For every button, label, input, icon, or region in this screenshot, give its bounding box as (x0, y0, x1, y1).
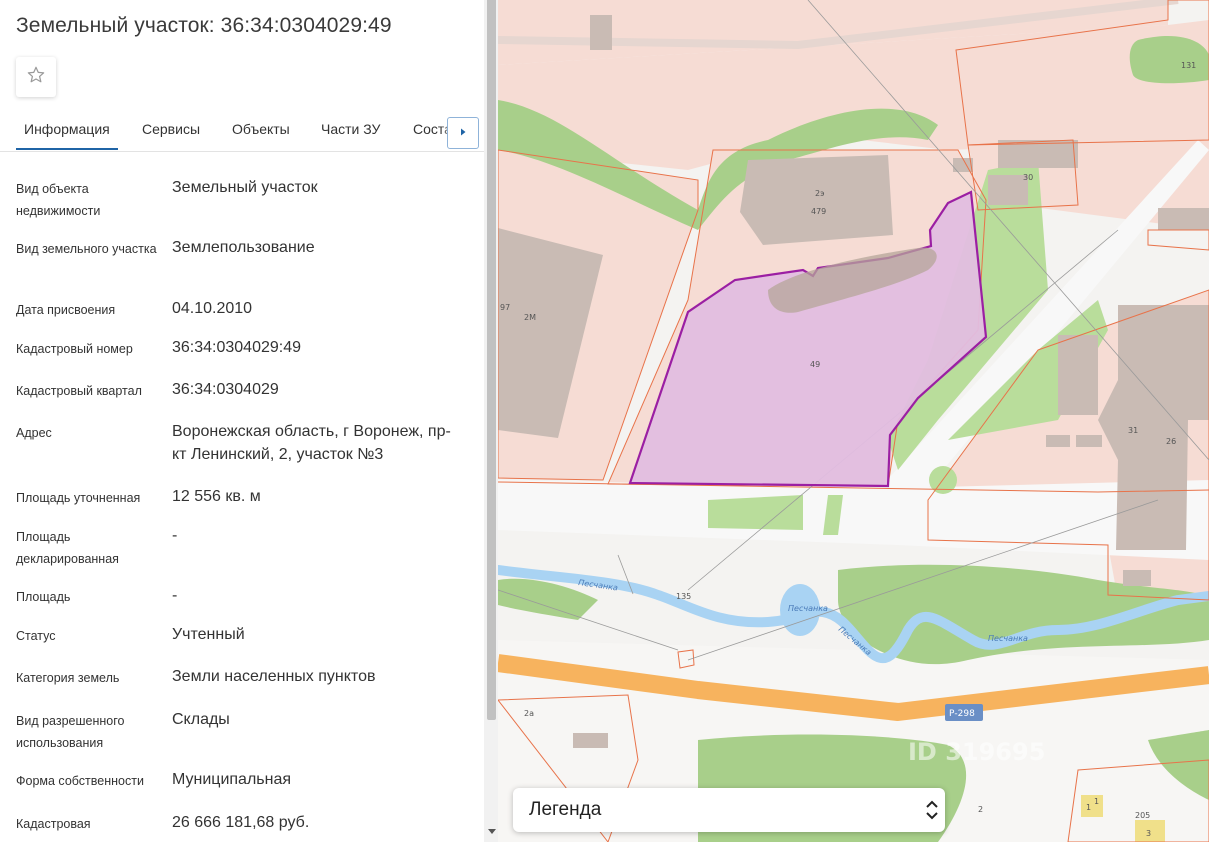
info-label: Категория земель (16, 671, 120, 685)
map-layer: 49 479 2э 2М 97 30 131 31 26 135 2а 2 1 … (498, 0, 1209, 842)
greenery (1129, 35, 1209, 84)
legend-dropdown[interactable]: Легенда (513, 788, 945, 832)
tab-information[interactable]: Информация (16, 121, 118, 150)
info-value: Воронежская область, г Воронеж, пр-кт Ле… (172, 423, 451, 463)
info-label: Кадастровая (16, 817, 91, 831)
house-number-label: 131 (1181, 61, 1196, 70)
info-label: Площадь уточненная (16, 491, 141, 505)
building (1123, 570, 1151, 586)
house-number-label: 135 (676, 592, 691, 601)
page-title: Земельный участок: 36:34:0304029:49 (16, 14, 392, 37)
info-value: Учтенный (172, 626, 245, 643)
scroll-down-arrow-icon[interactable] (487, 826, 496, 838)
info-value: Земельный участок (172, 179, 318, 196)
house-number-label: 2 (978, 805, 983, 814)
house-number-label: 3 (1146, 829, 1151, 838)
info-value: Склады (172, 711, 230, 728)
star-icon (26, 65, 46, 90)
caret-right-icon (458, 124, 468, 142)
info-value: 36:34:0304029:49 (172, 339, 302, 356)
info-label: Площадь декларированная (16, 530, 119, 566)
info-label: Кадастровый квартал (16, 384, 142, 398)
parcel-info-panel: Земельный участок: 36:34:0304029:49 Инфо… (0, 0, 484, 842)
info-value: - (172, 527, 178, 544)
info-value: Земли населенных пунктов (172, 668, 376, 685)
info-value: 12 556 кв. м (172, 488, 261, 505)
building (573, 733, 608, 748)
info-value: Землепользование (172, 239, 315, 256)
info-label: Вид земельного участка (16, 242, 157, 256)
river-label: Песчанка (988, 634, 1028, 643)
scrollbar-thumb[interactable] (487, 0, 496, 720)
house-number-label: 1 (1094, 797, 1099, 806)
house-number-label: 205 (1135, 811, 1150, 820)
building-label: 2М (524, 313, 536, 322)
info-label: Статус (16, 629, 56, 643)
panel-scrollbar[interactable] (484, 0, 498, 842)
building (1076, 435, 1102, 447)
building-label: 479 (811, 207, 826, 216)
house-number-label: 26 (1166, 437, 1176, 446)
house-number-label: 2а (524, 709, 534, 718)
legend-label: Легенда (529, 799, 602, 820)
building (1046, 435, 1070, 447)
tab-objects[interactable]: Объекты (232, 121, 290, 137)
building (590, 15, 612, 50)
tabs-scroll-right-button[interactable] (447, 117, 479, 149)
tab-services[interactable]: Сервисы (142, 121, 200, 137)
favorite-button[interactable] (16, 57, 56, 97)
greenery (708, 495, 803, 530)
house-number-label: 30 (1023, 173, 1033, 182)
info-label: Форма собственности (16, 774, 144, 788)
tab-parcel-parts[interactable]: Части ЗУ (321, 121, 380, 137)
river-label: Песчанка (788, 604, 828, 613)
building (740, 155, 893, 245)
info-label: Площадь (16, 590, 71, 604)
info-value: Муниципальная (172, 771, 292, 788)
info-label: Вид объекта недвижимости (16, 182, 101, 218)
info-label: Вид разрешенного использования (16, 714, 125, 750)
info-label: Дата присвоения (16, 303, 116, 317)
info-label: Кадастровый номер (16, 342, 133, 356)
info-value: 26 666 181,68 руб. (172, 814, 310, 831)
info-value: - (172, 587, 178, 604)
info-value: 36:34:0304029 (172, 381, 279, 398)
building (988, 175, 1028, 205)
house-number-label: 31 (1128, 426, 1138, 435)
info-label: Адрес (16, 426, 52, 440)
info-value: 04.10.2010 (172, 300, 253, 317)
map-canvas[interactable]: 49 479 2э 2М 97 30 131 31 26 135 2а 2 1 … (498, 0, 1209, 842)
building (1058, 335, 1098, 415)
building (1158, 208, 1209, 230)
building-label: 2э (815, 189, 824, 198)
parcel-number-label: 49 (810, 360, 820, 369)
watermark-text: ID 319695 (908, 738, 1045, 766)
tab-bar: Информация Сервисы Объекты Части ЗУ Сост… (0, 108, 484, 152)
building (1081, 795, 1103, 817)
road-shield-label: Р-298 (949, 709, 975, 719)
house-number-label: 1 (1086, 803, 1091, 812)
cadastral-map-app: Земельный участок: 36:34:0304029:49 Инфо… (0, 0, 1209, 842)
building-label: 97 (500, 303, 510, 312)
